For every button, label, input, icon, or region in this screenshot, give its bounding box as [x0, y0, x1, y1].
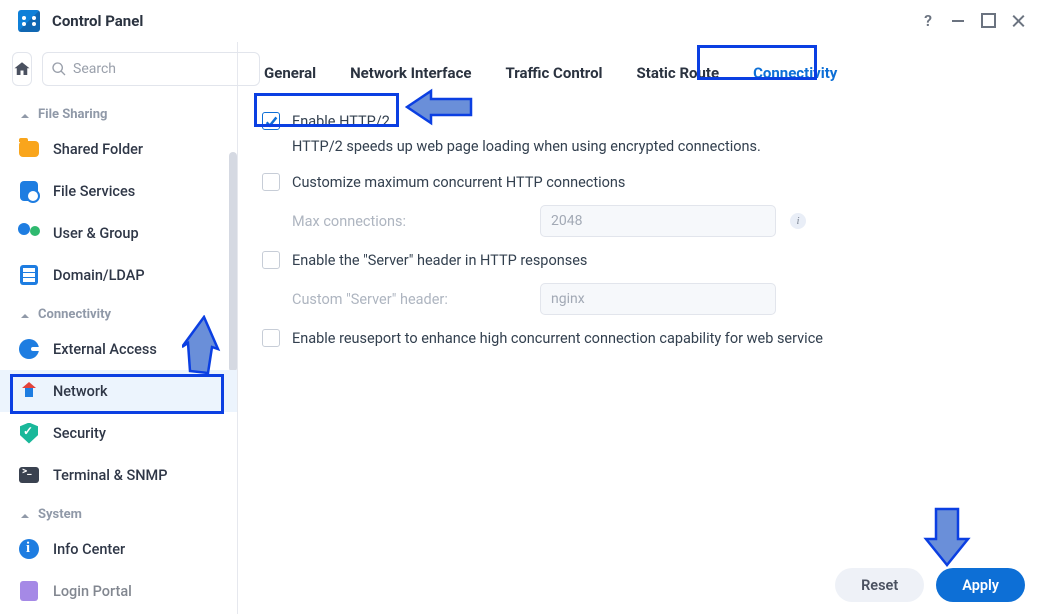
- section-connectivity-label: Connectivity: [38, 307, 111, 322]
- home-button[interactable]: [12, 52, 32, 86]
- label-customize-max: Customize maximum concurrent HTTP connec…: [292, 174, 625, 191]
- sidebar-item-label: Info Center: [53, 541, 125, 558]
- terminal-icon: [18, 464, 40, 486]
- home-icon: [13, 60, 31, 78]
- search-box[interactable]: [42, 52, 260, 86]
- sidebar-item-label: File Services: [53, 183, 135, 200]
- section-file-sharing-label: File Sharing: [38, 107, 107, 122]
- sidebar: File Sharing Shared Folder File Services…: [0, 42, 238, 614]
- label-custom-server: Custom "Server" header:: [292, 291, 540, 308]
- section-connectivity[interactable]: Connectivity: [0, 296, 237, 328]
- tab-traffic-control[interactable]: Traffic Control: [503, 60, 604, 86]
- titlebar: Control Panel: [0, 0, 1043, 42]
- checkbox-enable-http2[interactable]: [262, 112, 280, 130]
- input-max-connections[interactable]: [540, 205, 776, 237]
- sidebar-item-label: Login Portal: [53, 583, 132, 600]
- sidebar-item-info-center[interactable]: Info Center: [0, 528, 237, 570]
- checkmark-icon: [265, 115, 278, 128]
- checkbox-customize-max[interactable]: [262, 173, 280, 191]
- sidebar-item-network[interactable]: Network: [0, 370, 237, 412]
- search-icon: [51, 61, 67, 77]
- label-max-connections: Max connections:: [292, 213, 540, 230]
- network-icon: [18, 380, 40, 402]
- window-title: Control Panel: [52, 12, 143, 30]
- sidebar-item-label: Domain/LDAP: [53, 267, 145, 284]
- label-reuseport: Enable reuseport to enhance high concurr…: [292, 330, 823, 347]
- checkbox-server-header[interactable]: [262, 251, 280, 269]
- tab-network-interface[interactable]: Network Interface: [348, 60, 473, 86]
- row-reuseport: Enable reuseport to enhance high concurr…: [262, 321, 1019, 355]
- label-enable-http2: Enable HTTP/2: [292, 113, 390, 130]
- section-file-sharing[interactable]: File Sharing: [0, 96, 237, 128]
- app-icon: [18, 10, 40, 32]
- sidebar-item-user-group[interactable]: User & Group: [0, 212, 237, 254]
- tab-content: Enable HTTP/2 HTTP/2 speeds up web page …: [238, 100, 1043, 614]
- sidebar-item-security[interactable]: Security: [0, 412, 237, 454]
- http2-help-text: HTTP/2 speeds up web page loading when u…: [262, 138, 1019, 165]
- checkbox-reuseport[interactable]: [262, 329, 280, 347]
- info-icon[interactable]: i: [790, 213, 806, 229]
- help-button[interactable]: [913, 7, 943, 35]
- row-custom-server-header: Custom "Server" header:: [262, 277, 1019, 321]
- external-access-icon: [18, 338, 40, 360]
- tab-static-route[interactable]: Static Route: [635, 60, 722, 86]
- apply-button[interactable]: Apply: [936, 568, 1025, 602]
- section-system-label: System: [38, 507, 82, 522]
- ldap-icon: [18, 264, 40, 286]
- chevron-up-icon: [20, 110, 30, 120]
- tab-bar: General Network Interface Traffic Contro…: [238, 42, 1043, 100]
- row-enable-http2: Enable HTTP/2: [262, 104, 1019, 138]
- sidebar-item-label: Terminal & SNMP: [53, 467, 167, 484]
- tab-general[interactable]: General: [262, 60, 318, 86]
- sidebar-item-label: Shared Folder: [53, 141, 143, 158]
- row-max-connections: Max connections: i: [262, 199, 1019, 243]
- file-services-icon: [18, 180, 40, 202]
- info-icon: [18, 538, 40, 560]
- sidebar-item-label: User & Group: [53, 225, 139, 242]
- label-server-header: Enable the "Server" header in HTTP respo…: [292, 252, 587, 269]
- login-portal-icon: [18, 580, 40, 602]
- chevron-up-icon: [20, 510, 30, 520]
- footer-buttons: Reset Apply: [835, 568, 1025, 602]
- sidebar-item-label: External Access: [53, 341, 157, 358]
- maximize-button[interactable]: [973, 7, 1003, 35]
- section-system[interactable]: System: [0, 496, 237, 528]
- chevron-up-icon: [20, 310, 30, 320]
- sidebar-item-domain-ldap[interactable]: Domain/LDAP: [0, 254, 237, 296]
- sidebar-item-label: Network: [53, 383, 108, 400]
- search-input[interactable]: [73, 61, 251, 77]
- row-customize-max: Customize maximum concurrent HTTP connec…: [262, 165, 1019, 199]
- tab-connectivity[interactable]: Connectivity: [751, 60, 839, 86]
- shield-icon: [18, 422, 40, 444]
- sidebar-item-login-portal[interactable]: Login Portal: [0, 570, 237, 612]
- input-custom-server[interactable]: [540, 283, 776, 315]
- main-panel: General Network Interface Traffic Contro…: [238, 42, 1043, 614]
- sidebar-item-file-services[interactable]: File Services: [0, 170, 237, 212]
- row-server-header: Enable the "Server" header in HTTP respo…: [262, 243, 1019, 277]
- sidebar-item-external-access[interactable]: External Access: [0, 328, 237, 370]
- close-button[interactable]: [1003, 7, 1033, 35]
- users-icon: [18, 222, 40, 244]
- folder-icon: [18, 138, 40, 160]
- sidebar-item-label: Security: [53, 425, 106, 442]
- sidebar-item-terminal-snmp[interactable]: Terminal & SNMP: [0, 454, 237, 496]
- reset-button[interactable]: Reset: [835, 568, 924, 602]
- minimize-button[interactable]: [943, 7, 973, 35]
- sidebar-item-shared-folder[interactable]: Shared Folder: [0, 128, 237, 170]
